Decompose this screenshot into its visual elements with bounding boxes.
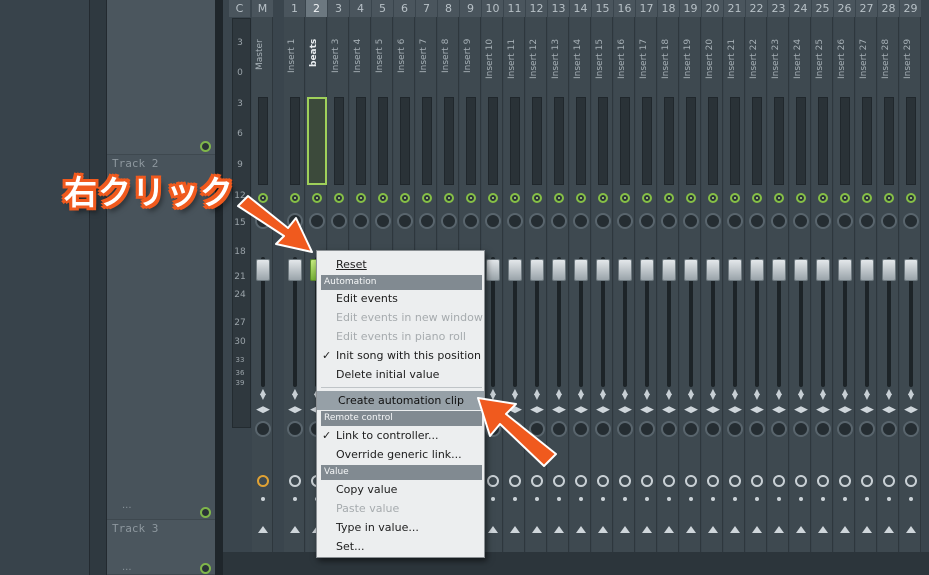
arrow-to-menu-item-icon (477, 397, 557, 467)
arrow-to-fader-icon (237, 195, 313, 253)
annotation-arrows (237, 195, 557, 467)
fl-studio-window: Track 2 Track 3 ... ... C 3 0 3 6 9 12 15 18 21 2… (0, 0, 929, 575)
